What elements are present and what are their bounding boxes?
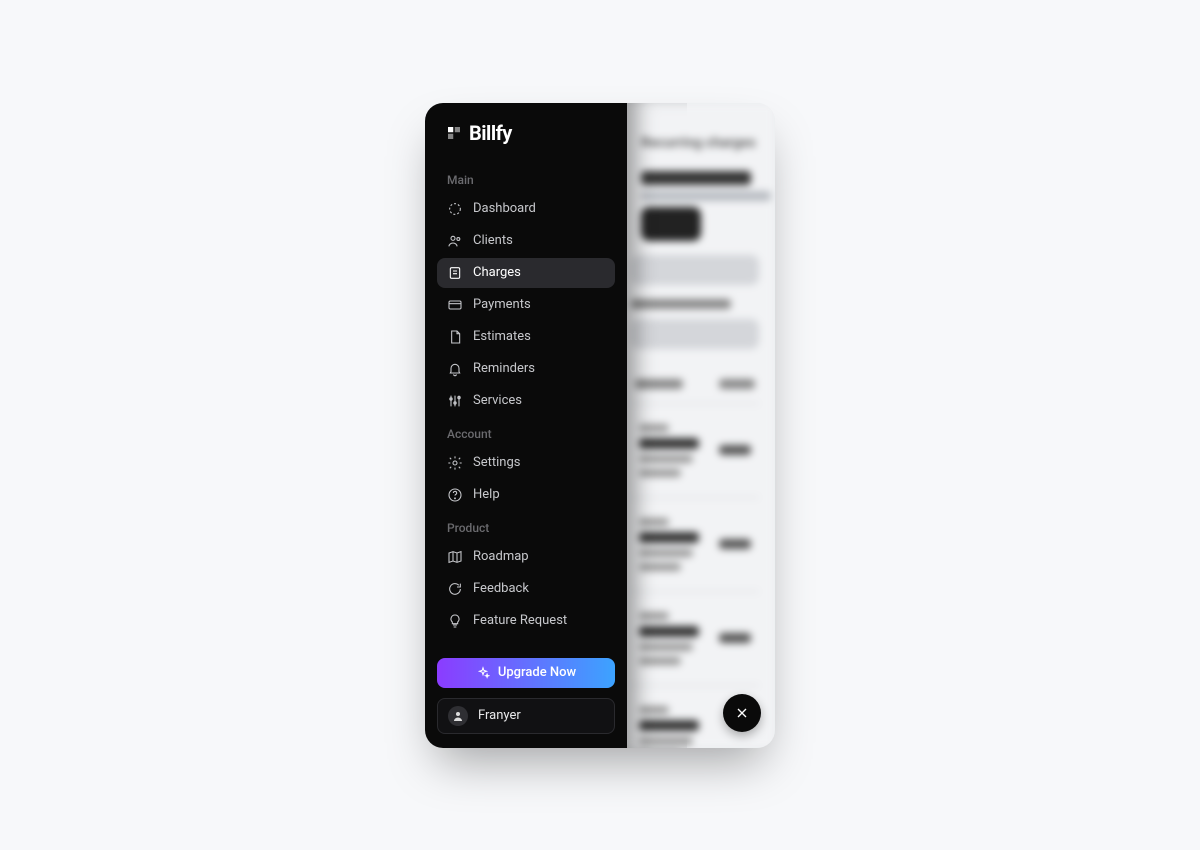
app-logo[interactable]: Billfy [437,117,615,163]
help-icon [447,487,463,503]
nav-clients[interactable]: Clients [437,226,615,256]
nav-label: Feedback [473,581,529,596]
settings-icon [447,455,463,471]
nav-label: Estimates [473,329,531,344]
nav-label: Services [473,393,522,408]
sliders-icon [447,393,463,409]
nav-label: Help [473,487,500,502]
avatar [448,706,468,726]
receipt-icon [447,265,463,281]
nav-settings[interactable]: Settings [437,448,615,478]
nav-label: Dashboard [473,201,536,216]
nav-help[interactable]: Help [437,480,615,510]
document-icon [447,329,463,345]
nav-label: Reminders [473,361,535,376]
nav-reminders[interactable]: Reminders [437,354,615,384]
nav-feedback[interactable]: Feedback [437,574,615,604]
upgrade-label: Upgrade Now [498,665,576,680]
user-name: Franyer [478,708,521,723]
nav-label: Settings [473,455,520,470]
nav-services[interactable]: Services [437,386,615,416]
close-icon [734,705,750,721]
nav-feature-request[interactable]: Feature Request [437,606,615,636]
refresh-icon [447,581,463,597]
nav-label: Charges [473,265,521,280]
close-drawer-button[interactable] [723,694,761,732]
upgrade-button[interactable]: Upgrade Now [437,658,615,688]
section-label-account: Account [437,417,615,447]
nav-charges[interactable]: Charges [437,258,615,288]
section-label-product: Product [437,511,615,541]
bell-icon [447,361,463,377]
nav-roadmap[interactable]: Roadmap [437,542,615,572]
nav-label: Roadmap [473,549,529,564]
nav-label: Clients [473,233,513,248]
nav-label: Payments [473,297,531,312]
map-icon [447,549,463,565]
nav-estimates[interactable]: Estimates [437,322,615,352]
section-label-main: Main [437,163,615,193]
card-icon [447,297,463,313]
sparkle-icon [476,666,490,680]
nav-dashboard[interactable]: Dashboard [437,194,615,224]
logo-text: Billfy [469,121,512,145]
lightbulb-icon [447,613,463,629]
users-icon [447,233,463,249]
dashboard-icon [447,201,463,217]
nav-label: Feature Request [473,613,567,628]
logo-mark-icon [445,124,463,142]
navigation-drawer: Billfy Main Dashboard Clients Charges [425,103,627,748]
user-menu[interactable]: Franyer [437,698,615,734]
nav-payments[interactable]: Payments [437,290,615,320]
mobile-device-frame: Recurring charges [425,103,775,748]
